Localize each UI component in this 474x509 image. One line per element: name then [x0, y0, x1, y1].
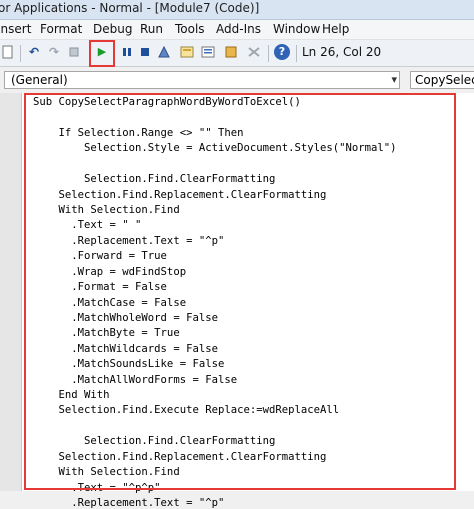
code-line[interactable]: Selection.Find.Replacement.ClearFormatti…: [33, 189, 327, 201]
menu-bar: Insert Format Debug Run Tools Add-Ins Wi…: [0, 20, 474, 39]
code-line[interactable]: .Wrap = wdFindStop: [33, 266, 186, 278]
code-line[interactable]: .MatchWholeWord = False: [33, 312, 218, 324]
record-icon[interactable]: [66, 44, 82, 60]
code-line[interactable]: Selection.Find.ClearFormatting: [33, 173, 275, 185]
code-line[interactable]: Selection.Find.Replacement.ClearFormatti…: [33, 451, 327, 463]
object-browser-icon[interactable]: [223, 44, 239, 60]
code-line[interactable]: .Replacement.Text = "^p": [33, 497, 224, 509]
menu-tools[interactable]: Tools: [175, 22, 205, 36]
undo-icon[interactable]: ↶: [26, 44, 42, 60]
break-icon[interactable]: [119, 44, 135, 60]
code-line[interactable]: .MatchWildcards = False: [33, 343, 218, 355]
run-button-highlight: [89, 40, 115, 67]
window-title: or Applications - Normal - [Module7 (Cod…: [0, 1, 260, 15]
toolbox-icon[interactable]: [246, 44, 262, 60]
procedure-dropdown-value: CopySelectP: [415, 73, 474, 87]
menu-format[interactable]: Format: [40, 22, 82, 36]
design-mode-icon[interactable]: [156, 44, 172, 60]
redo-icon[interactable]: ↷: [46, 44, 62, 60]
code-line[interactable]: .Forward = True: [33, 250, 167, 262]
code-line[interactable]: End With: [33, 389, 110, 401]
title-bar: or Applications - Normal - [Module7 (Cod…: [0, 0, 474, 20]
menu-debug[interactable]: Debug: [93, 22, 132, 36]
code-line[interactable]: .MatchByte = True: [33, 327, 179, 339]
code-line[interactable]: If Selection.Range <> "" Then: [33, 127, 244, 139]
code-line[interactable]: .Text = "^p^p": [33, 482, 160, 494]
reset-icon[interactable]: [137, 44, 153, 60]
code-line[interactable]: .Text = " ": [33, 219, 141, 231]
chevron-down-icon[interactable]: ▾: [391, 72, 397, 88]
code-line[interactable]: .MatchSoundsLike = False: [33, 358, 224, 370]
toolbar-separator: [268, 45, 269, 62]
code-line[interactable]: Selection.Find.ClearFormatting: [33, 435, 275, 447]
code-line[interactable]: .Format = False: [33, 281, 167, 293]
help-icon[interactable]: ?: [274, 44, 290, 60]
cursor-position: Ln 26, Col 20: [302, 45, 382, 59]
object-dropdown[interactable]: (General) ▾: [4, 71, 400, 89]
code-line[interactable]: .Replacement.Text = "^p": [33, 235, 224, 247]
code-line[interactable]: Selection.Style = ActiveDocument.Styles(…: [33, 142, 397, 154]
menu-run[interactable]: Run: [140, 22, 163, 36]
code-line[interactable]: Sub CopySelectParagraphWordByWordToExcel…: [33, 96, 301, 108]
procedure-dropdown[interactable]: CopySelectP: [410, 71, 474, 89]
margin-indicator-bar[interactable]: [0, 93, 22, 491]
code-line[interactable]: Selection.Find.Execute Replace:=wdReplac…: [33, 404, 340, 416]
project-explorer-icon[interactable]: [179, 44, 195, 60]
code-line[interactable]: .MatchCase = False: [33, 297, 186, 309]
menu-add-ins[interactable]: Add-Ins: [216, 22, 261, 36]
standard-toolbar: ↶ ↷ ▶ ? Ln 26, Col 20: [0, 39, 474, 67]
object-dropdown-value: (General): [11, 73, 68, 87]
properties-icon[interactable]: [200, 44, 216, 60]
code-line[interactable]: With Selection.Find: [33, 466, 180, 478]
menu-window[interactable]: Window: [273, 22, 320, 36]
cut-icon[interactable]: [0, 44, 16, 60]
toolbar-separator: [296, 45, 297, 62]
code-line[interactable]: .MatchAllWordForms = False: [33, 374, 237, 386]
menu-insert[interactable]: Insert: [0, 22, 31, 36]
code-line[interactable]: With Selection.Find: [33, 204, 180, 216]
toolbar-separator: [20, 45, 21, 62]
code-window-dropdowns: (General) ▾ CopySelectP: [0, 67, 474, 93]
menu-help[interactable]: Help: [322, 22, 349, 36]
